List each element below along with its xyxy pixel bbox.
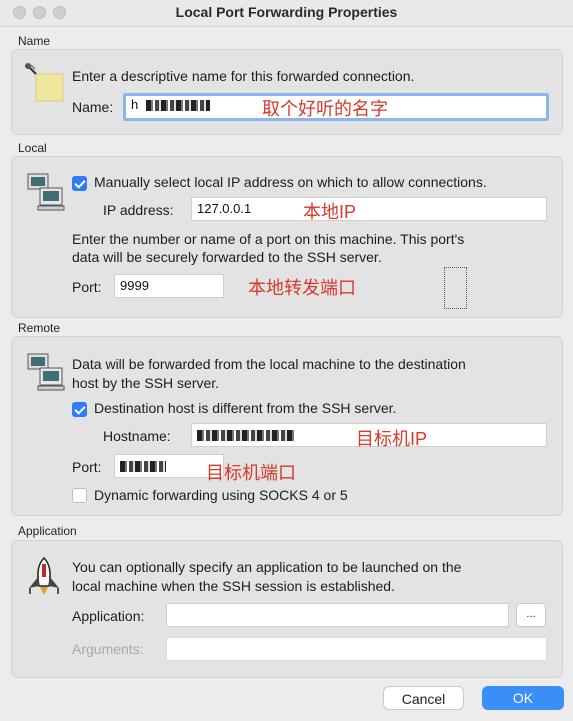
name-section: [11, 49, 563, 135]
redacted-text: [120, 461, 166, 473]
dest-different-label: Destination host is different from the S…: [94, 400, 397, 416]
manual-ip-label: Manually select local IP address on whic…: [94, 174, 487, 190]
remote-port-annotation: 目标机端口: [206, 463, 296, 483]
name-label: Name:: [72, 99, 114, 115]
redacted-text: [197, 430, 295, 442]
redacted-text: [145, 100, 210, 112]
computer-icon: [27, 173, 65, 211]
application-label: Application:: [72, 608, 145, 624]
manual-ip-checkbox[interactable]: [72, 176, 87, 191]
rocket-icon: [29, 556, 59, 595]
arguments-input[interactable]: [166, 637, 547, 661]
browse-application-button[interactable]: ...: [516, 603, 546, 627]
local-section-label: Local: [18, 141, 47, 155]
dest-different-checkbox[interactable]: [72, 402, 87, 417]
remote-port-label: Port:: [72, 459, 102, 475]
dynamic-forwarding-checkbox[interactable]: [72, 488, 87, 503]
port-help-line1: Enter the number or name of a port on th…: [72, 231, 465, 247]
hostname-annotation: 目标机IP: [356, 429, 428, 449]
local-port-input[interactable]: 9999: [114, 274, 224, 298]
ok-button[interactable]: OK: [482, 686, 564, 710]
title-bar: Local Port Forwarding Properties: [0, 0, 573, 27]
network-computers-icon: [27, 353, 65, 391]
window-title: Local Port Forwarding Properties: [175, 4, 398, 20]
cancel-button[interactable]: Cancel: [383, 686, 464, 710]
remote-section-label: Remote: [18, 321, 61, 335]
name-section-label: Name: [18, 34, 51, 48]
application-description-line1: You can optionally specify an applicatio…: [72, 559, 462, 575]
remote-description-line2: host by the SSH server.: [72, 375, 220, 391]
dynamic-forwarding-label: Dynamic forwarding using SOCKS 4 or 5: [94, 487, 348, 503]
application-description-line2: local machine when the SSH session is es…: [72, 578, 395, 594]
local-port-label: Port:: [72, 279, 102, 295]
ip-address-input[interactable]: 127.0.0.1: [191, 197, 547, 221]
remote-description-line1: Data will be forwarded from the local ma…: [72, 356, 466, 372]
port-help-line2: data will be securely forwarded to the S…: [72, 249, 382, 265]
arguments-label: Arguments:: [72, 641, 144, 657]
pin-note-icon: [25, 63, 64, 102]
ip-annotation: 本地IP: [303, 202, 357, 222]
name-description: Enter a descriptive name for this forwar…: [72, 68, 415, 84]
application-input[interactable]: [166, 603, 509, 627]
hostname-label: Hostname:: [103, 428, 171, 444]
name-input-value: h: [131, 97, 139, 112]
local-port-annotation: 本地转发端口: [248, 278, 356, 298]
name-annotation: 取个好听的名字: [262, 99, 388, 119]
ip-address-label: IP address:: [103, 202, 174, 218]
application-section-label: Application: [18, 524, 77, 538]
focus-placeholder: [444, 267, 467, 309]
